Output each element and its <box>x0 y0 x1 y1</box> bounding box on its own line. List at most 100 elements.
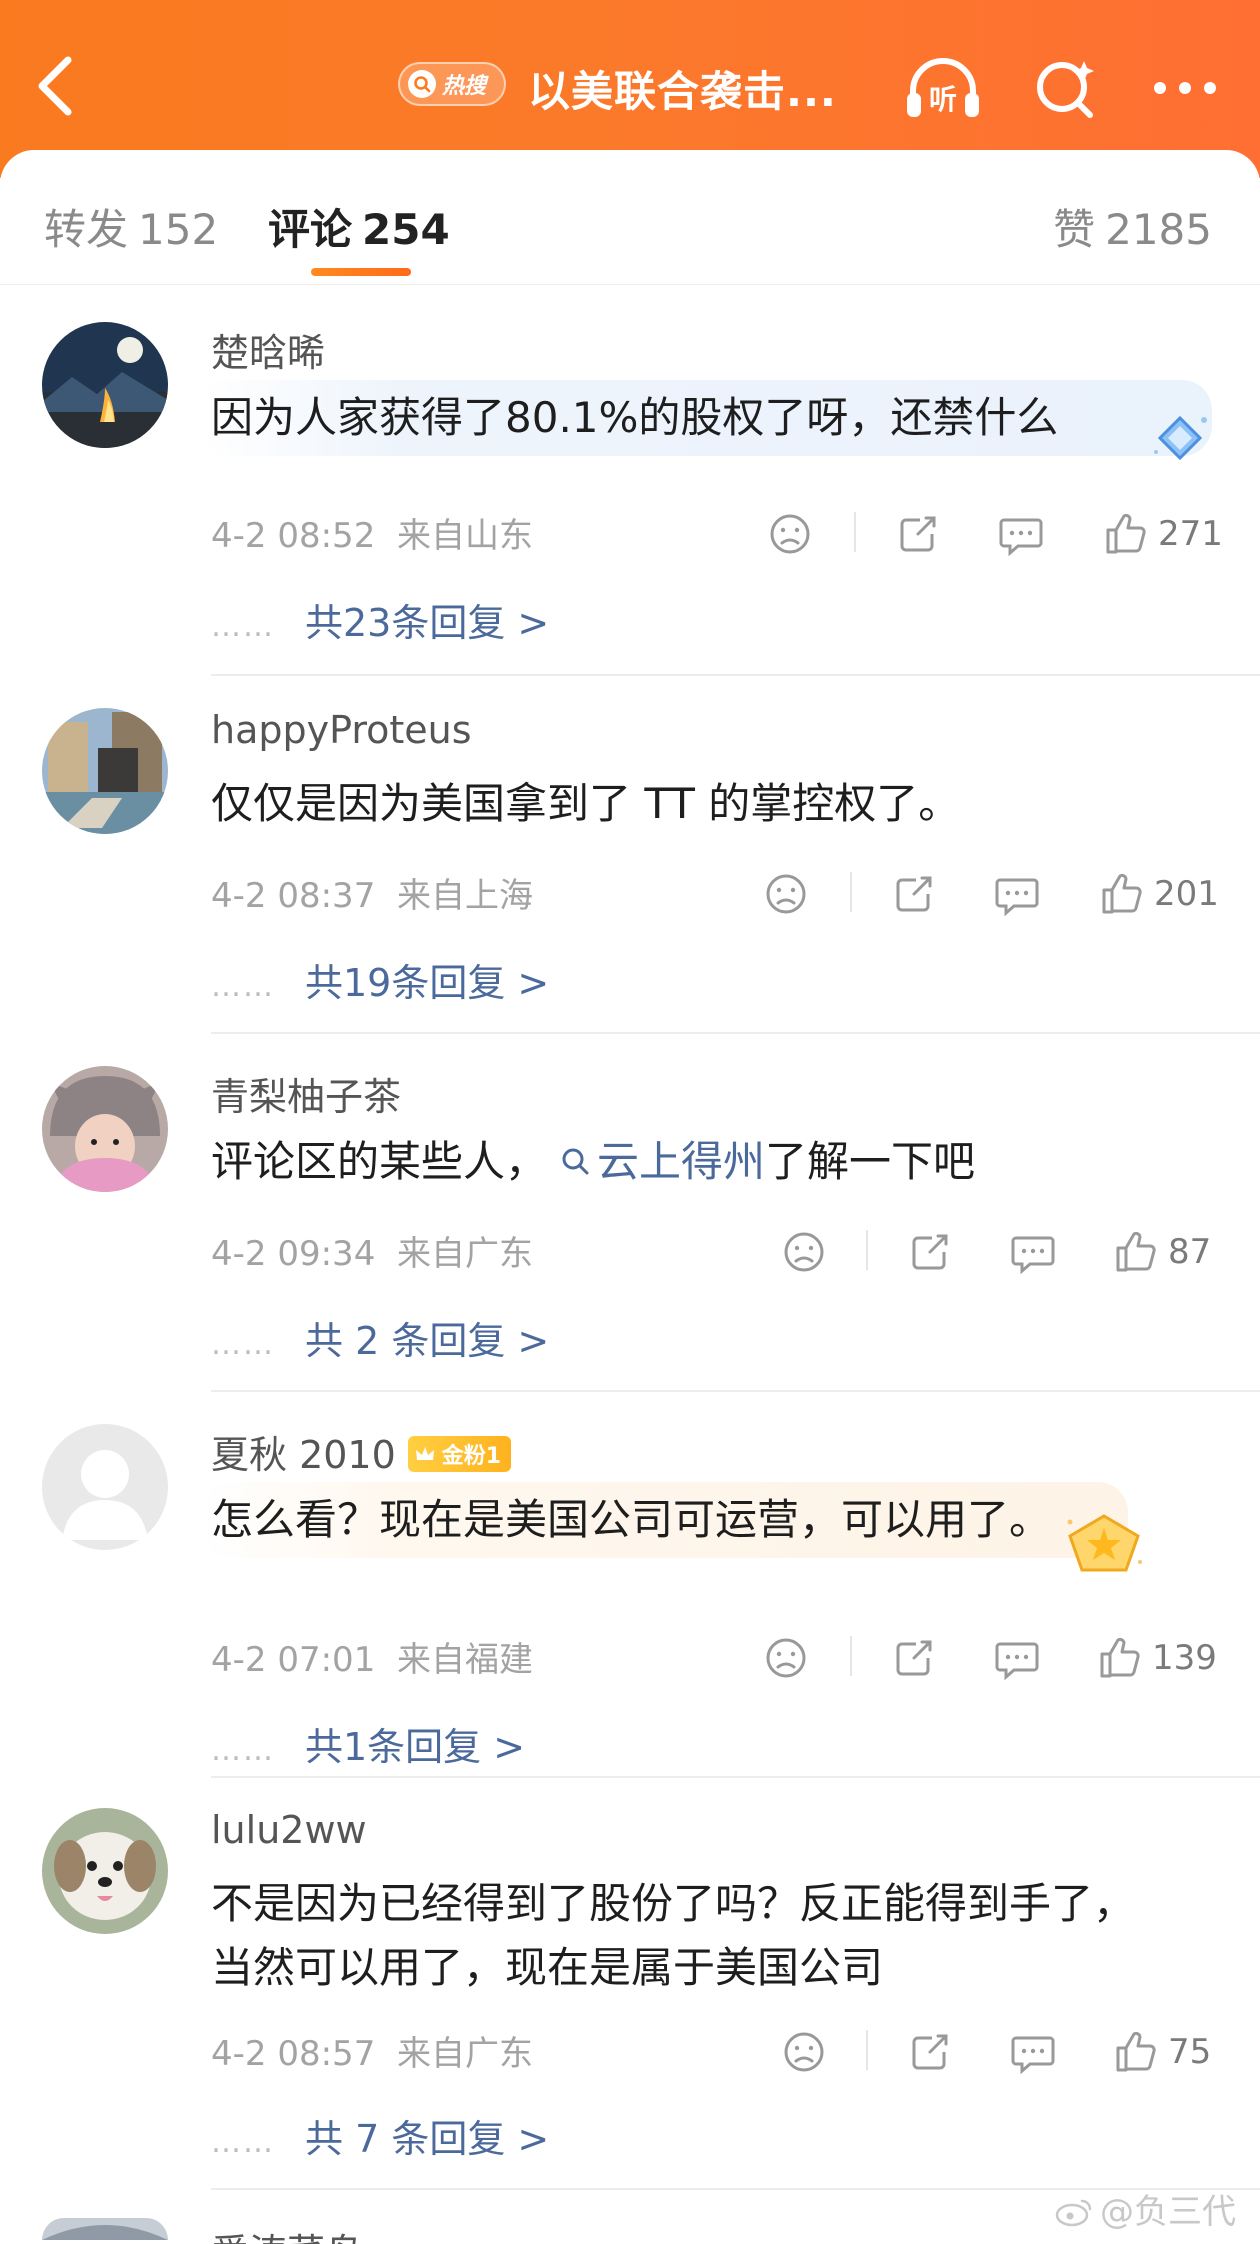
more-button[interactable] <box>1140 48 1230 128</box>
dislike-button[interactable] <box>782 1224 826 1280</box>
page-title[interactable]: 以美联合袭击... <box>528 58 837 119</box>
avatar[interactable] <box>42 1424 168 1550</box>
comment-text-line-2: 当然可以用了，现在是属于美国公司 <box>211 1943 884 1992</box>
hot-label: 热搜 <box>442 74 487 99</box>
replies-count-text: 共23条回复 > <box>305 601 550 645</box>
sad-face-icon <box>770 514 810 554</box>
action-separator <box>866 1230 868 1270</box>
comment-text: 因为人家获得了80.1%的股权了呀，还禁什么 <box>211 393 1059 442</box>
reply-dots: …… <box>211 2125 275 2160</box>
view-replies-link[interactable]: …… 共1条回复 > <box>211 1716 525 1771</box>
action-separator <box>854 512 856 552</box>
watermark: @负三代 <box>1054 2184 1236 2233</box>
topic-text: 云上得州 <box>597 1137 766 1186</box>
reply-button[interactable] <box>1010 2024 1056 2080</box>
comment-divider <box>211 674 1260 676</box>
reply-button[interactable] <box>994 866 1040 922</box>
username-text: 夏秋 2010 <box>211 1433 396 1477</box>
like-count: 271 <box>1158 514 1223 554</box>
like-button[interactable]: 87 <box>1114 1224 1211 1280</box>
fan-badge[interactable]: 金粉1 <box>407 1435 512 1472</box>
username[interactable]: 青梨柚子茶 <box>211 1066 401 1121</box>
comment-bubble-icon <box>1011 1236 1055 1274</box>
like-button[interactable]: 139 <box>1098 1630 1217 1686</box>
comment-bubble-icon <box>995 1642 1039 1680</box>
share-button[interactable] <box>892 866 936 922</box>
comment-bubble-icon <box>1011 2036 1055 2074</box>
active-tab-indicator <box>311 268 411 276</box>
comment-actions: 201 <box>0 866 1260 926</box>
share-button[interactable] <box>908 2024 952 2080</box>
svg-text:听: 听 <box>929 83 957 116</box>
view-replies-link[interactable]: …… 共 7 条回复 > <box>211 2108 549 2163</box>
sad-face-icon <box>766 874 806 914</box>
dislike-button[interactable] <box>764 866 808 922</box>
avatar[interactable] <box>42 708 168 834</box>
avatar[interactable] <box>42 1808 168 1934</box>
share-button[interactable] <box>896 506 940 562</box>
tab-comments-count: 254 <box>362 205 450 254</box>
dislike-button[interactable] <box>764 1630 808 1686</box>
comment-actions: 87 <box>0 1224 1260 1284</box>
share-button[interactable] <box>892 1630 936 1686</box>
reply-dots: …… <box>211 969 275 1004</box>
username[interactable]: lulu2ww <box>211 1808 367 1852</box>
hot-search-badge[interactable]: 热搜 <box>398 62 506 106</box>
comment-text-line-1: 不是因为已经得到了股份了吗？反正能得到手了， <box>211 1879 1136 1928</box>
dislike-button[interactable] <box>782 2024 826 2080</box>
share-icon <box>912 2034 948 2070</box>
listen-button[interactable]: 听 <box>898 48 988 128</box>
tab-likes-label: 赞 <box>1053 205 1096 254</box>
reply-button[interactable] <box>1010 1224 1056 1280</box>
reply-button[interactable] <box>994 1630 1040 1686</box>
view-replies-link[interactable]: …… 共23条回复 > <box>211 592 549 647</box>
avatar[interactable] <box>42 322 168 448</box>
reply-button[interactable] <box>998 506 1044 562</box>
sad-face-icon <box>784 1232 824 1272</box>
comment-bubble-icon <box>995 878 1039 916</box>
tab-comments[interactable]: 评论 254 <box>268 196 450 257</box>
tab-forward-label: 转发 <box>44 205 129 254</box>
tab-likes[interactable]: 赞 2185 <box>1053 196 1212 257</box>
dislike-button[interactable] <box>768 506 812 562</box>
replies-count-text: 共 2 条回复 > <box>305 1319 550 1363</box>
like-button[interactable]: 75 <box>1114 2024 1211 2080</box>
sad-face-icon <box>784 2032 824 2072</box>
headphones-icon: 听 <box>907 58 979 117</box>
replies-count-text: 共1条回复 > <box>305 1725 526 1769</box>
avatar[interactable] <box>42 1066 168 1192</box>
like-button[interactable]: 271 <box>1104 506 1223 562</box>
avatar[interactable] <box>42 2218 168 2240</box>
comment-actions: 139 <box>0 1630 1260 1690</box>
comment-text: 评论区的某些人， 云上得州了解一下吧 <box>211 1130 1221 1194</box>
search-icon <box>408 70 436 98</box>
share-button[interactable] <box>908 1224 952 1280</box>
search-button[interactable] <box>1020 48 1110 128</box>
like-count: 201 <box>1154 874 1219 914</box>
share-icon <box>896 876 932 912</box>
view-replies-link[interactable]: …… 共 2 条回复 > <box>211 1310 549 1365</box>
share-icon <box>896 1640 932 1676</box>
share-icon <box>912 1234 948 1270</box>
tab-likes-count: 2185 <box>1105 205 1212 254</box>
share-icon <box>900 516 936 552</box>
view-replies-link[interactable]: …… 共19条回复 > <box>211 952 549 1007</box>
username[interactable]: 爱涛菜鸟 <box>211 2222 363 2244</box>
like-button[interactable]: 201 <box>1100 866 1219 922</box>
tab-forward[interactable]: 转发 152 <box>44 196 218 257</box>
back-button[interactable] <box>28 50 88 122</box>
comment-actions: 271 <box>0 506 1260 566</box>
username[interactable]: happyProteus <box>211 708 472 752</box>
comment-bubble-icon <box>999 518 1043 556</box>
thumbs-up-icon <box>1116 1231 1156 1272</box>
username[interactable]: 楚晗晞 <box>211 322 325 377</box>
like-count: 139 <box>1152 1638 1217 1678</box>
comment-text-after: 了解一下吧 <box>765 1137 976 1186</box>
sad-face-icon <box>766 1638 806 1678</box>
username[interactable]: 夏秋 2010 金粉1 <box>211 1424 512 1479</box>
weibo-logo-icon <box>1055 2199 1092 2227</box>
gold-star-badge-icon <box>1067 1514 1142 1572</box>
action-separator <box>850 872 852 912</box>
topic-link[interactable]: 云上得州 <box>547 1137 765 1186</box>
tab-comments-label: 评论 <box>268 205 353 254</box>
